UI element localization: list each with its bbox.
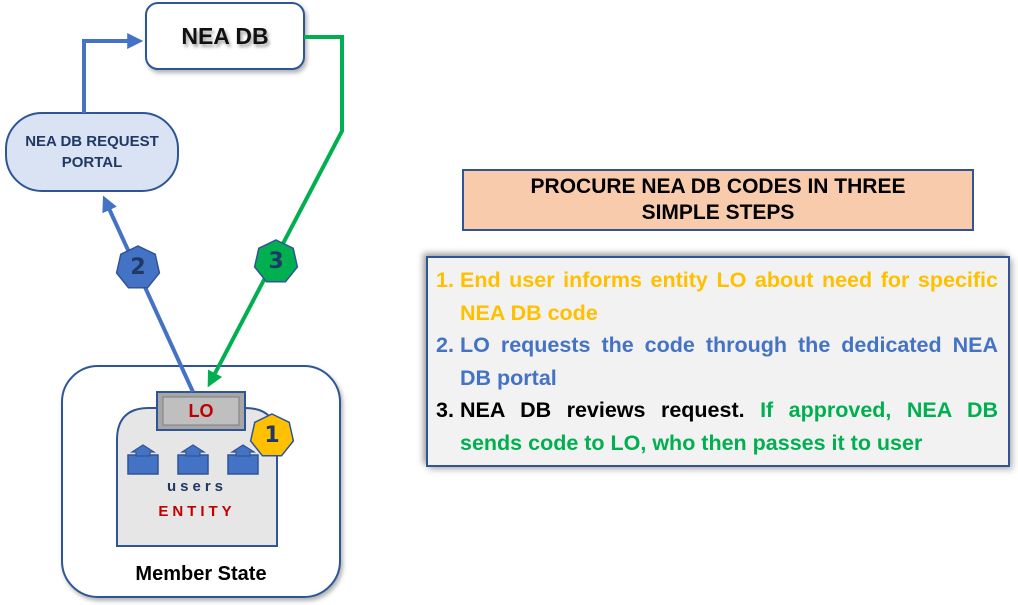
entity-label: ENTITY bbox=[158, 503, 236, 520]
step-badge-3-number: 3 bbox=[268, 249, 284, 274]
step-item-3: 3. NEA DB reviews request. If approved, … bbox=[436, 394, 998, 459]
lo-label: LO bbox=[188, 401, 214, 421]
step-item-2: 2. LO requests the code through the dedi… bbox=[436, 329, 998, 394]
steps-heading: PROCURE NEA DB CODES IN THREE SIMPLE STE… bbox=[462, 169, 974, 231]
step-number: 2. bbox=[436, 333, 454, 357]
step-item-1: 1. End user informs entity LO about need… bbox=[436, 264, 998, 329]
step-number: 1. bbox=[436, 268, 454, 292]
step-text: LO requests the code through the dedicat… bbox=[460, 333, 998, 390]
steps-heading-line1: PROCURE NEA DB CODES IN THREE bbox=[530, 175, 906, 198]
arrow-lo-to-portal bbox=[102, 195, 195, 393]
arrow-portal-to-nea-db bbox=[82, 33, 144, 113]
steps-list: 1. End user informs entity LO about need… bbox=[426, 256, 1010, 467]
step-badge-1-number: 1 bbox=[264, 423, 280, 448]
request-portal-label-line1: NEA DB REQUEST bbox=[25, 133, 159, 150]
step-badge-2-number: 2 bbox=[130, 255, 146, 280]
arrow-nea-db-to-lo bbox=[207, 35, 344, 388]
step-text: End user informs entity LO about need fo… bbox=[460, 268, 998, 325]
step-text: NEA DB reviews request. bbox=[460, 398, 761, 422]
users-label: users bbox=[166, 478, 228, 495]
request-portal-label-line2: PORTAL bbox=[61, 154, 123, 171]
step-number: 3. bbox=[436, 398, 454, 422]
member-state-label: Member State bbox=[135, 563, 267, 585]
nea-db-label: NEA DB bbox=[181, 23, 269, 49]
steps-heading-line2: SIMPLE STEPS bbox=[641, 201, 795, 224]
request-portal-label: NEA DB REQUEST PORTAL bbox=[6, 113, 178, 191]
